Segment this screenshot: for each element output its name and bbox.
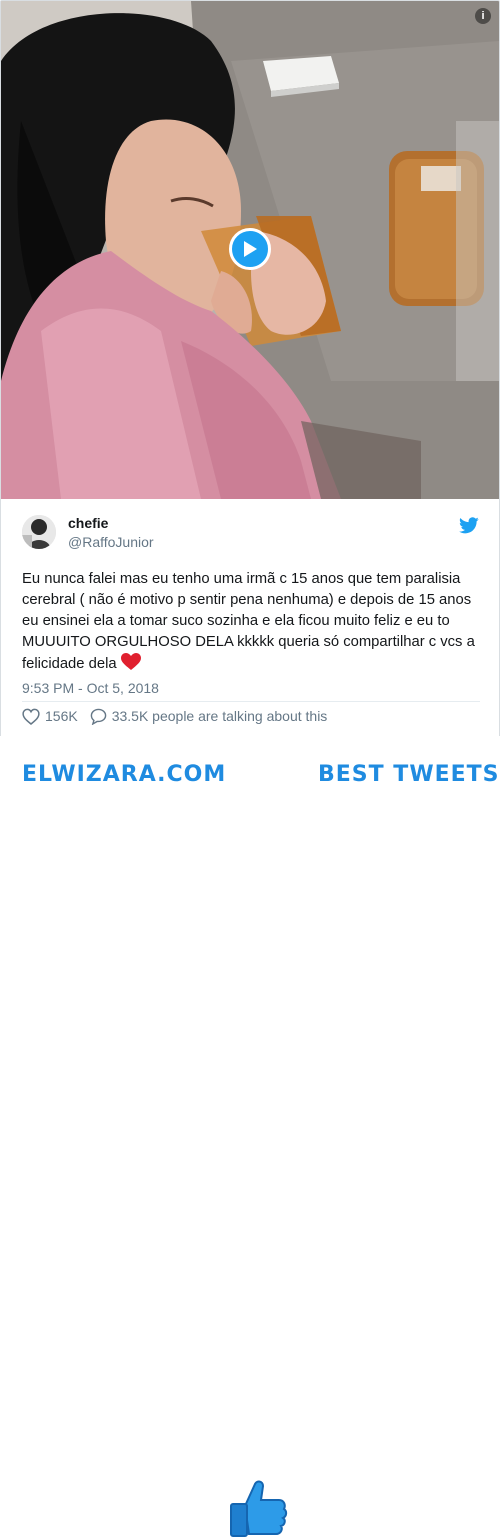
tweet-actions: 156K 33.5K people are talking about this [22,707,327,725]
twitter-bird-icon[interactable] [459,517,479,534]
avatar-image [22,515,56,549]
video-thumbnail[interactable]: i [1,1,499,499]
tweet-embed: i chefie @RaffoJunior Eu nunca falei mas… [0,0,500,738]
tweet-timestamp[interactable]: 9:53 PM - Oct 5, 2018 [22,680,159,696]
tweet-body: Eu nunca falei mas eu tenho uma irmã c 1… [22,571,475,672]
tweet-header: chefie @RaffoJunior [1,499,499,559]
conversation-count: 33.5K people are talking about this [111,708,328,724]
speech-bubble-icon [90,708,106,725]
user-handle[interactable]: @RaffoJunior [68,534,154,550]
site-brand-right[interactable]: BEST TWEETS [318,762,500,787]
thumbs-up-icon [230,1480,288,1537]
like-heart-icon [22,708,40,725]
divider [22,701,480,702]
heart-icon [120,653,141,670]
like-button[interactable]: 156K [22,708,78,725]
like-count: 156K [45,708,78,724]
conversation-link[interactable]: 33.5K people are talking about this [90,708,328,725]
play-icon [244,241,257,257]
tweet-text: Eu nunca falei mas eu tenho uma irmã c 1… [22,569,482,675]
site-brand-left[interactable]: ELWIZARA.COM [22,762,226,787]
display-name[interactable]: chefie [68,515,108,531]
avatar[interactable] [22,515,56,549]
info-icon[interactable]: i [475,8,491,24]
play-button[interactable] [229,228,271,270]
